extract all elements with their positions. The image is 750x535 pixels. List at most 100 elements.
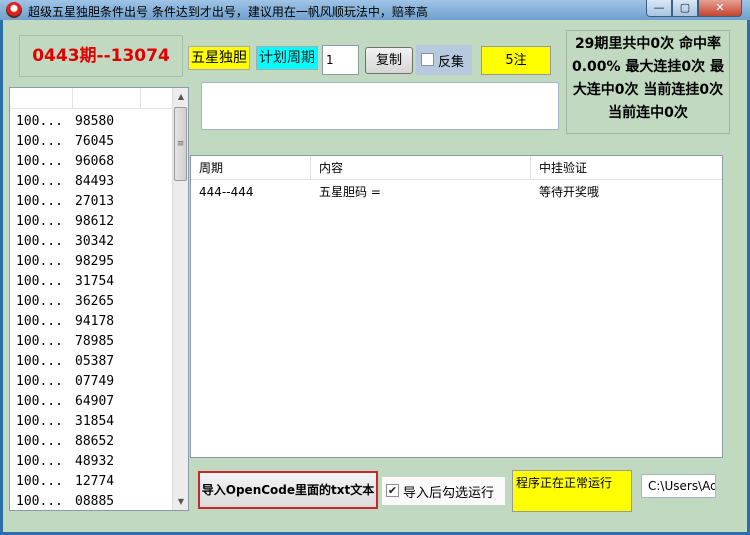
results-table[interactable]: 周期 内容 中挂验证 444--444 五星胆码 = 等待开奖哦: [190, 155, 723, 458]
reverse-checkbox[interactable]: 反集: [416, 45, 472, 75]
list-item-number: 98580: [75, 114, 115, 129]
list-item[interactable]: 100... 07749: [10, 372, 173, 392]
period-display: 0443期--13074: [19, 35, 183, 77]
table-row[interactable]: 444--444 五星胆码 = 等待开奖哦: [191, 182, 722, 202]
list-item-number: 36265: [75, 294, 115, 309]
list-item[interactable]: 100... 31854: [10, 412, 173, 432]
list-item-number: 84493: [75, 174, 115, 189]
list-item-id: 100...: [16, 234, 63, 249]
list-item-id: 100...: [16, 154, 63, 169]
list-item-number: 94178: [75, 314, 115, 329]
import-run-label: 导入后勾选运行: [403, 486, 495, 501]
results-header: 周期 内容 中挂验证: [191, 156, 722, 180]
number-list-scrollbar[interactable]: ▲ ≡ ▼: [172, 88, 188, 510]
checkmark-icon[interactable]: ✔: [386, 484, 399, 497]
title-bar[interactable]: 超级五星独胆条件出号 条件达到才出号，建议用在一帆风顺玩法中，赔率高 — ▢ ✕: [0, 0, 750, 20]
list-item[interactable]: 100... 31754: [10, 272, 173, 292]
header-content[interactable]: 内容: [311, 156, 531, 180]
five-star-label: 五星独胆: [188, 46, 250, 70]
cell-verify: 等待开奖哦: [539, 185, 600, 199]
import-run-checkbox[interactable]: ✔ 导入后勾选运行: [382, 477, 505, 505]
list-item[interactable]: 100... 36265: [10, 292, 173, 312]
window-title: 超级五星独胆条件出号 条件达到才出号，建议用在一帆风顺玩法中，赔率高: [28, 5, 428, 19]
list-item[interactable]: 100... 05387: [10, 352, 173, 372]
plan-period-input[interactable]: [322, 45, 359, 75]
copy-button[interactable]: 复制: [365, 47, 413, 74]
count-display: 5注: [481, 46, 551, 75]
list-item-id: 100...: [16, 474, 63, 489]
list-item-number: 08885: [75, 494, 115, 509]
list-item-id: 100...: [16, 214, 63, 229]
window-controls: — ▢ ✕: [646, 0, 742, 18]
list-item[interactable]: 100... 64907: [10, 392, 173, 412]
number-list-header-col1[interactable]: [10, 88, 73, 109]
list-item-number: 48932: [75, 454, 115, 469]
list-item[interactable]: 100... 84493: [10, 172, 173, 192]
stats-summary: 29期里共中0次 命中率0.00% 最大连挂0次 最大连中0次 当前连挂0次 当…: [566, 30, 730, 134]
number-list-header: [10, 88, 173, 109]
header-verify[interactable]: 中挂验证: [531, 156, 721, 180]
list-item-id: 100...: [16, 374, 63, 389]
list-item-number: 27013: [75, 194, 115, 209]
list-item-number: 88652: [75, 434, 115, 449]
list-item[interactable]: 100... 78985: [10, 332, 173, 352]
list-item-number: 31754: [75, 274, 115, 289]
list-item-id: 100...: [16, 314, 63, 329]
reverse-checkbox-box[interactable]: [421, 53, 434, 66]
number-list[interactable]: 100... 98580 100... 76045 100... 96068 100... 8…: [9, 87, 189, 511]
list-item-number: 96068: [75, 154, 115, 169]
list-item[interactable]: 100... 98612: [10, 212, 173, 232]
list-item-id: 100...: [16, 454, 63, 469]
list-item-id: 100...: [16, 174, 63, 189]
cell-content: 五星胆码 =: [319, 185, 381, 199]
list-item-id: 100...: [16, 134, 63, 149]
number-list-rows: 100... 98580 100... 76045 100... 96068 100... 8…: [10, 112, 173, 510]
header-period[interactable]: 周期: [191, 156, 311, 180]
list-item[interactable]: 100... 94178: [10, 312, 173, 332]
cell-period: 444--444: [199, 185, 254, 199]
list-item[interactable]: 100... 76045: [10, 132, 173, 152]
list-item[interactable]: 100... 48932: [10, 452, 173, 472]
list-item[interactable]: 100... 98295: [10, 252, 173, 272]
app-icon: [6, 2, 22, 18]
list-item-id: 100...: [16, 434, 63, 449]
plan-period-label: 计划周期: [256, 46, 318, 70]
list-item-id: 100...: [16, 334, 63, 349]
maximize-button[interactable]: ▢: [672, 0, 698, 17]
list-item-number: 76045: [75, 134, 115, 149]
list-item-number: 98612: [75, 214, 115, 229]
list-item-number: 31854: [75, 414, 115, 429]
list-item-number: 78985: [75, 334, 115, 349]
path-field[interactable]: C:\Users\Ad: [641, 474, 716, 498]
minimize-button[interactable]: —: [646, 0, 672, 17]
list-item[interactable]: 100... 30342: [10, 232, 173, 252]
scroll-down-icon[interactable]: ▼: [173, 493, 188, 510]
list-item-id: 100...: [16, 254, 63, 269]
list-item[interactable]: 100... 88652: [10, 432, 173, 452]
list-item-id: 100...: [16, 194, 63, 209]
reverse-label: 反集: [438, 55, 465, 70]
status-text: 程序正在正常运行: [512, 470, 632, 512]
number-list-header-col2[interactable]: [73, 88, 141, 109]
list-item[interactable]: 100... 27013: [10, 192, 173, 212]
list-item-id: 100...: [16, 354, 63, 369]
list-item-number: 05387: [75, 354, 115, 369]
list-item-id: 100...: [16, 414, 63, 429]
list-item[interactable]: 100... 96068: [10, 152, 173, 172]
main-panel: 0443期--13074 五星独胆 计划周期 复制 反集 5注 29期里共中0次…: [3, 20, 747, 532]
list-item-id: 100...: [16, 114, 63, 129]
import-txt-button[interactable]: 导入OpenCode里面的txt文本: [198, 471, 378, 509]
output-textarea[interactable]: [201, 82, 559, 130]
close-button[interactable]: ✕: [698, 0, 742, 17]
list-item-number: 12774: [75, 474, 115, 489]
list-item-number: 07749: [75, 374, 115, 389]
scroll-up-icon[interactable]: ▲: [173, 88, 188, 105]
list-item-number: 98295: [75, 254, 115, 269]
scroll-thumb[interactable]: ≡: [174, 107, 187, 181]
list-item-number: 64907: [75, 394, 115, 409]
list-item-number: 30342: [75, 234, 115, 249]
list-item[interactable]: 100... 12774: [10, 472, 173, 492]
list-item[interactable]: 100... 08885: [10, 492, 173, 510]
list-item[interactable]: 100... 98580: [10, 112, 173, 132]
list-item-id: 100...: [16, 494, 63, 509]
